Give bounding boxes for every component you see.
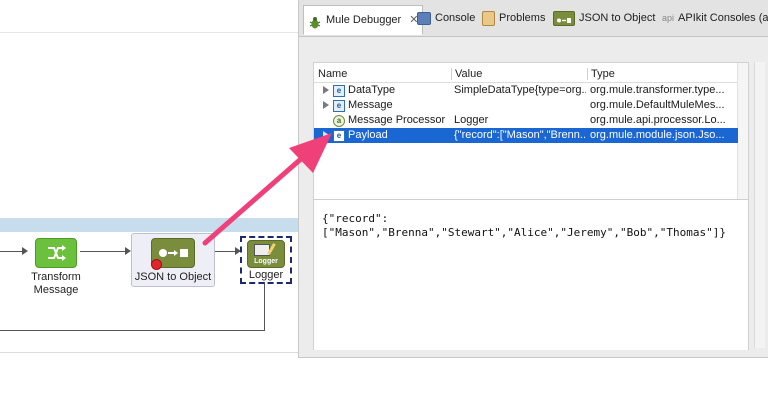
annotation-arrow xyxy=(202,133,332,246)
